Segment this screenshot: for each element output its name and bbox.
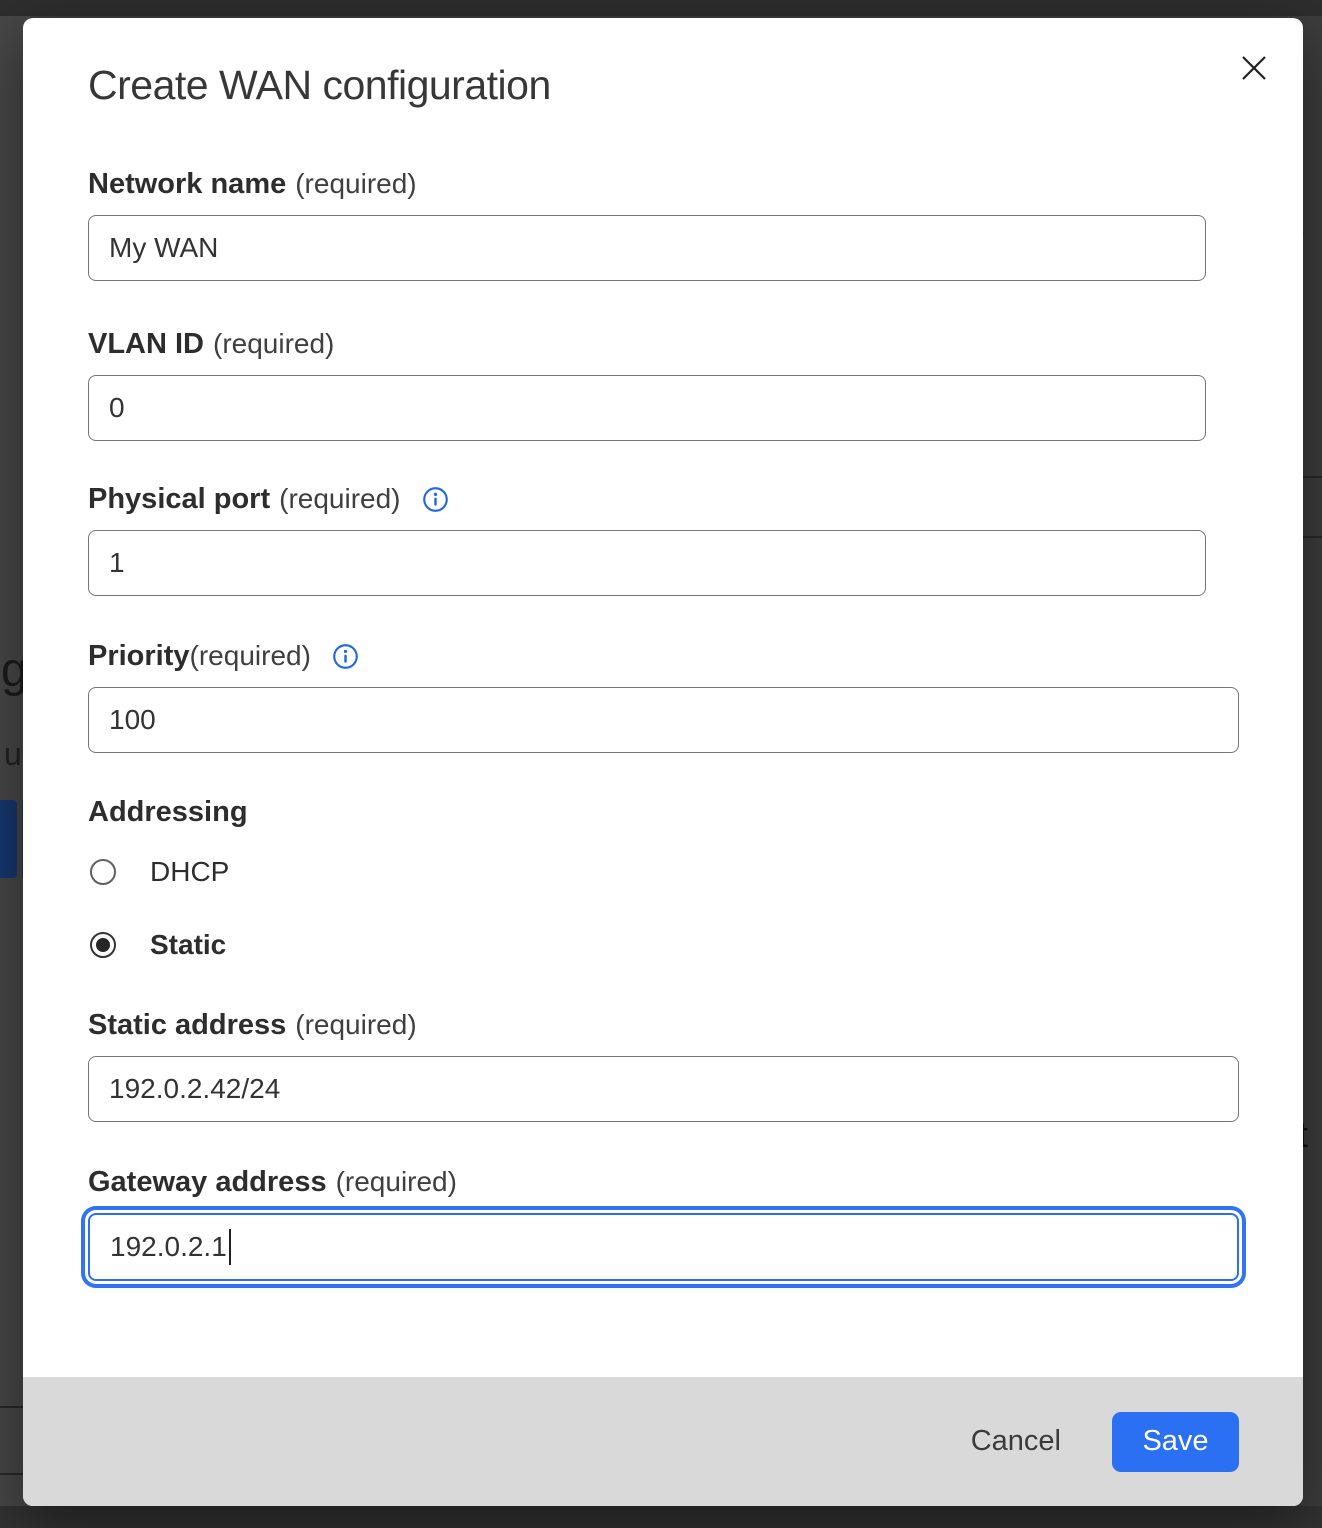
- field-label-text: Network name: [88, 168, 286, 201]
- background-top-band: [0, 0, 1322, 16]
- background-text-fragment: u: [4, 736, 22, 773]
- save-button[interactable]: Save: [1112, 1412, 1239, 1472]
- field-label-text: Physical port: [88, 483, 270, 516]
- field-priority: Priority (required): [88, 640, 1239, 753]
- field-gateway-address: Gateway address (required) 192.0.2.1: [88, 1166, 1239, 1281]
- static-address-input[interactable]: [88, 1056, 1239, 1122]
- dialog-title: Create WAN configuration: [88, 62, 551, 109]
- required-hint: (required): [336, 1166, 457, 1198]
- physical-port-input[interactable]: [88, 530, 1206, 596]
- addressing-heading: Addressing: [88, 796, 248, 829]
- gateway-address-value: 192.0.2.1: [110, 1231, 227, 1263]
- field-network-name: Network name (required): [88, 168, 1206, 281]
- info-icon[interactable]: [332, 643, 359, 670]
- field-label-text: Static address: [88, 1009, 286, 1042]
- field-vlan-id: VLAN ID (required): [88, 328, 1206, 441]
- field-label: Network name (required): [88, 168, 1206, 200]
- required-hint: (required): [213, 328, 334, 360]
- background-divider: [0, 1473, 24, 1475]
- close-icon: [1239, 53, 1269, 83]
- field-label: Gateway address (required): [88, 1166, 1239, 1198]
- radio-selected-icon: [90, 932, 116, 958]
- background-divider: [1300, 476, 1322, 478]
- field-label: Physical port (required): [88, 483, 1206, 515]
- network-name-input[interactable]: [88, 215, 1206, 281]
- field-static-address: Static address (required): [88, 1009, 1239, 1122]
- close-button[interactable]: [1238, 52, 1270, 84]
- required-hint: (required): [279, 483, 400, 515]
- radio-label: Static: [150, 929, 226, 961]
- background-divider: [1300, 536, 1322, 538]
- dialog-footer: Cancel Save: [23, 1377, 1303, 1506]
- radio-option-static[interactable]: Static: [90, 931, 226, 959]
- text-cursor: [229, 1229, 231, 1265]
- required-hint: (required): [295, 1009, 416, 1041]
- info-icon[interactable]: [422, 486, 449, 513]
- required-hint: (required): [295, 168, 416, 200]
- priority-input[interactable]: [88, 687, 1239, 753]
- required-hint: (required): [190, 640, 311, 672]
- radio-option-dhcp[interactable]: DHCP: [90, 858, 229, 886]
- vlan-id-input[interactable]: [88, 375, 1206, 441]
- field-label: VLAN ID (required): [88, 328, 1206, 360]
- field-label-text: Gateway address: [88, 1166, 327, 1199]
- field-physical-port: Physical port (required): [88, 483, 1206, 596]
- radio-unselected-icon: [90, 859, 116, 885]
- create-wan-dialog: Create WAN configuration Network name (r…: [23, 18, 1303, 1506]
- background-button-fragment: [0, 800, 17, 878]
- field-label: Static address (required): [88, 1009, 1239, 1041]
- gateway-address-input[interactable]: 192.0.2.1: [88, 1213, 1239, 1281]
- background-divider: [0, 1406, 24, 1408]
- field-label-text: VLAN ID: [88, 328, 204, 361]
- field-label: Priority (required): [88, 640, 1239, 672]
- background-bottom-band: [0, 1506, 1322, 1528]
- cancel-button[interactable]: Cancel: [969, 1419, 1063, 1464]
- radio-label: DHCP: [150, 856, 229, 888]
- screen: g u t t Create WAN configuration Network…: [0, 0, 1322, 1528]
- field-label-text: Priority: [88, 640, 190, 673]
